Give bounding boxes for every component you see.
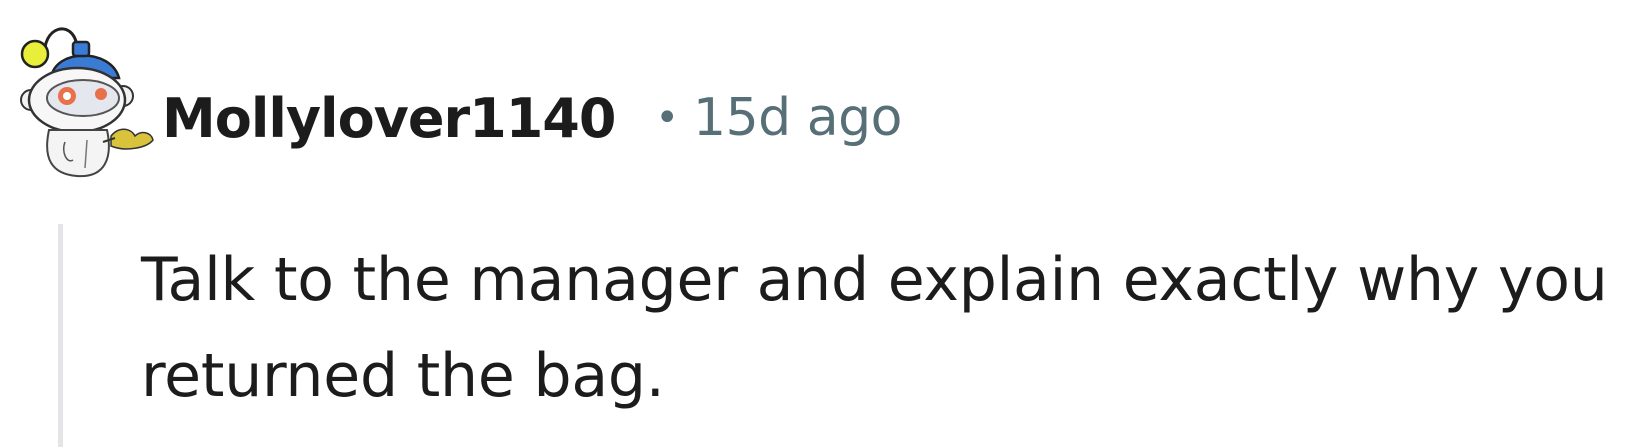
comment-body: Talk to the manager and explain exactly … <box>141 245 1608 411</box>
comment: Mollylover1140 • 15d ago Talk to the man… <box>0 0 1652 447</box>
author-username[interactable]: Mollylover1140 <box>162 87 616 150</box>
comment-timestamp[interactable]: 15d ago <box>693 88 902 148</box>
thread-collapse-line[interactable] <box>58 224 63 447</box>
meta-separator: • <box>655 95 680 141</box>
user-avatar-icon[interactable] <box>15 18 157 178</box>
comment-meta: Mollylover1140 • 15d ago <box>162 78 902 158</box>
